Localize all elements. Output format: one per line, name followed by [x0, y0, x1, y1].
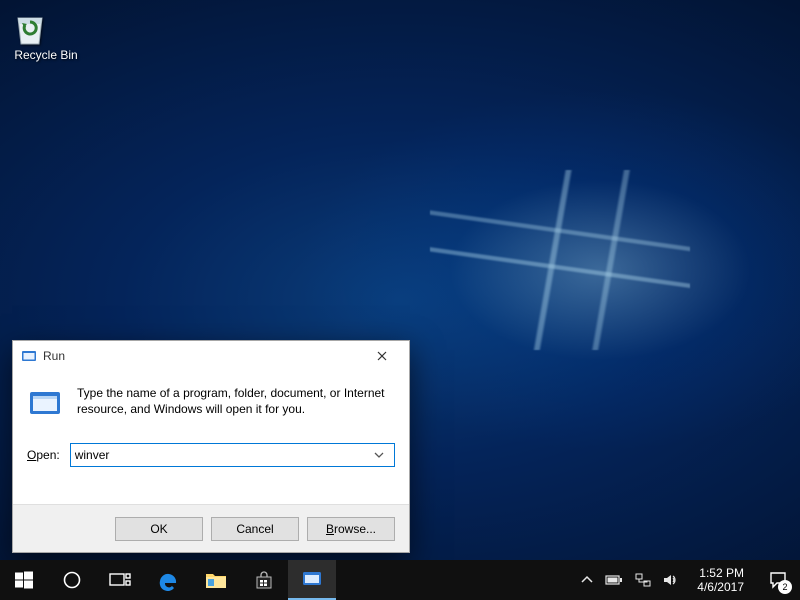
start-button[interactable]: [0, 560, 48, 600]
open-combobox[interactable]: [70, 443, 395, 467]
system-tray: 1:52 PM 4/6/2017: [573, 560, 756, 600]
taskbar-app-store[interactable]: [240, 560, 288, 600]
volume-icon[interactable]: [663, 573, 679, 587]
task-view-icon: [109, 571, 131, 589]
run-app-icon: [27, 385, 63, 421]
chevron-down-icon[interactable]: [374, 452, 390, 458]
run-button-row: OK Cancel BBrowse...rowse...: [13, 504, 409, 552]
run-description: Type the name of a program, folder, docu…: [77, 385, 395, 421]
taskbar-app-explorer[interactable]: [192, 560, 240, 600]
notification-badge: 2: [778, 580, 792, 594]
recycle-bin-icon: [10, 8, 82, 48]
open-input[interactable]: [75, 448, 374, 462]
clock-time: 1:52 PM: [697, 566, 744, 580]
run-title-icon: [21, 348, 37, 364]
run-dialog: Run Type the name of a program, folder, …: [12, 340, 410, 553]
taskbar: 1:52 PM 4/6/2017 2: [0, 560, 800, 600]
taskbar-app-run[interactable]: [288, 560, 336, 600]
file-explorer-icon: [205, 570, 227, 590]
run-title-text: Run: [43, 349, 65, 363]
browse-button[interactable]: BBrowse...rowse...: [307, 517, 395, 541]
taskbar-app-edge[interactable]: [144, 560, 192, 600]
ok-button[interactable]: OK: [115, 517, 203, 541]
open-label: Open:: [27, 448, 60, 462]
desktop: Recycle Bin Run: [0, 0, 800, 600]
close-button[interactable]: [359, 342, 405, 370]
windows-logo-icon: [15, 571, 33, 589]
run-titlebar[interactable]: Run: [13, 341, 409, 371]
action-center-button[interactable]: 2: [756, 560, 800, 600]
cancel-button[interactable]: Cancel: [211, 517, 299, 541]
desktop-icon-label: Recycle Bin: [10, 48, 82, 62]
edge-icon: [157, 569, 179, 591]
cortana-icon: [62, 570, 82, 590]
battery-icon[interactable]: [605, 574, 623, 586]
network-icon[interactable]: [635, 573, 651, 587]
run-taskbar-icon: [301, 570, 323, 588]
tray-chevron-up-icon[interactable]: [581, 575, 593, 585]
close-icon: [377, 351, 387, 361]
clock-date: 4/6/2017: [697, 580, 744, 594]
desktop-icon-recycle-bin[interactable]: Recycle Bin: [10, 8, 82, 62]
store-icon: [254, 570, 274, 590]
clock[interactable]: 1:52 PM 4/6/2017: [691, 566, 750, 594]
cortana-button[interactable]: [48, 560, 96, 600]
task-view-button[interactable]: [96, 560, 144, 600]
